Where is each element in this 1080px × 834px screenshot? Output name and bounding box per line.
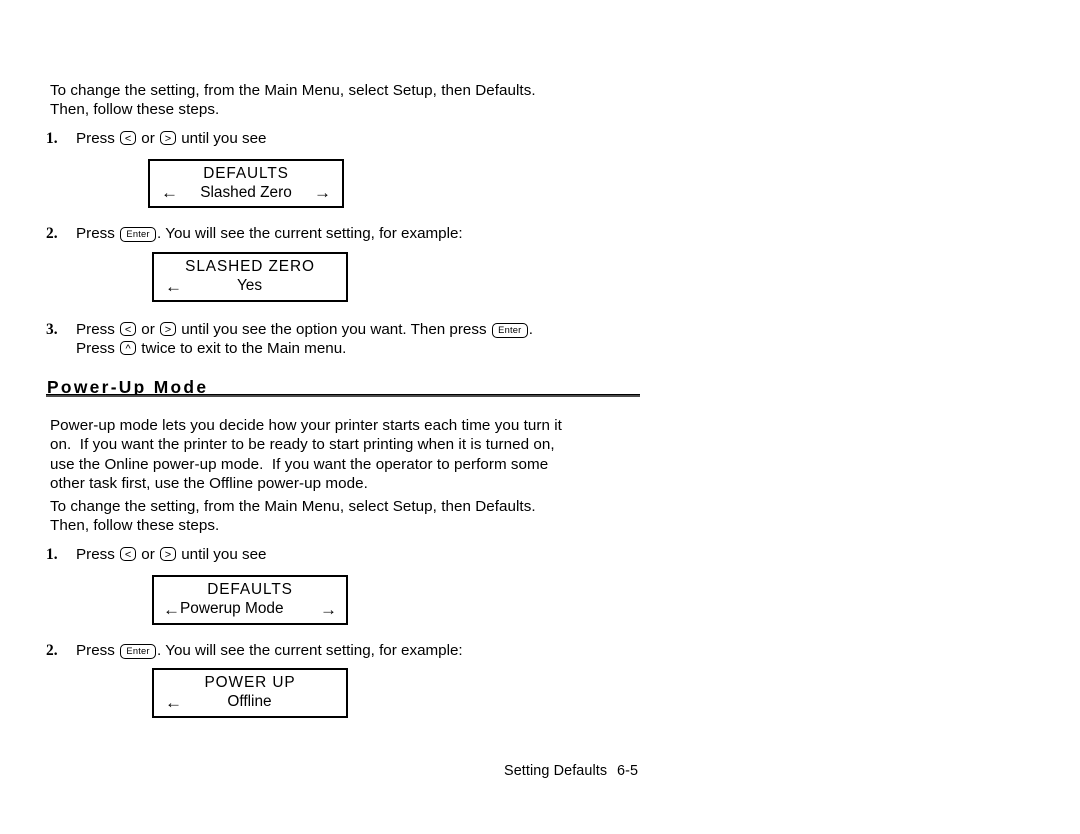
enter-key-icon[interactable]: Enter (491, 323, 528, 338)
step-text: Press < or > until you see (76, 545, 606, 564)
section-a-step-3: 3. Press < or > until you see the option… (46, 320, 646, 359)
step-text-pre-2: Press (76, 340, 120, 358)
lcd-title: DEFAULTS (203, 164, 289, 182)
right-arrow-key-icon[interactable]: > (160, 322, 176, 336)
section-b-intro-paragraph: To change the setting, from the Main Men… (50, 498, 536, 535)
section-b-step-2: 2. Press Enter. You will see the current… (46, 641, 646, 660)
left-arrow-key-icon[interactable]: < (120, 131, 137, 145)
lcd-left-arrow-icon: ← (163, 599, 180, 619)
step-text-post: until you see (177, 130, 267, 147)
step-text-post: until you see the option you want. Then … (177, 321, 491, 338)
section-b-step-1: 1. Press < or > until you see (46, 545, 606, 564)
step-text-post: . You will see the current setting, for … (157, 642, 463, 659)
lcd-value: Yes (236, 277, 263, 294)
footer-page-number: 6-5 (617, 763, 639, 779)
step-line-1: Press < or > until you see the option yo… (76, 320, 646, 339)
document-page: To change the setting, from the Main Men… (0, 0, 1080, 834)
lcd-display-slashed-zero-yes: SLASHED ZERO ← Yes (152, 252, 348, 302)
step-text: Press < or > until you see the option yo… (76, 320, 646, 359)
lcd-display-defaults-slashed-zero: DEFAULTS ← Slashed Zero → (148, 159, 344, 208)
step-number: 1. (46, 546, 58, 563)
step-line-2: Press ^ twice to exit to the Main menu. (76, 339, 646, 358)
section-a-step-1: 1. Press < or > until you see (46, 129, 606, 148)
step-number: 2. (46, 642, 58, 659)
lcd-value: Slashed Zero (200, 183, 292, 201)
lcd-right-arrow-icon: → (314, 183, 331, 202)
section-a-step-2: 2. Press Enter. You will see the current… (46, 224, 646, 243)
lcd-title: DEFAULTS (207, 581, 293, 598)
lcd-value: Offline (227, 693, 272, 710)
up-arrow-key-icon[interactable]: ^ (120, 341, 137, 356)
step-text-pre: Press (76, 225, 120, 242)
lcd-display-defaults-powerup-mode: DEFAULTS ← Powerup Mode → (152, 575, 348, 625)
lcd-right-arrow-icon: → (320, 599, 337, 619)
step-number: 3. (46, 321, 58, 338)
lcd-display-power-up-offline: POWER UP ← Offline (152, 668, 348, 718)
step-text-mid: or (137, 130, 159, 147)
lcd-left-arrow-icon: ← (161, 183, 178, 202)
section-a-intro-paragraph: To change the setting, from the Main Men… (50, 82, 536, 119)
step-text-pre: Press (76, 642, 120, 659)
step-number: 1. (46, 130, 58, 147)
lcd-value: Powerup Mode (180, 600, 284, 617)
step-text-post-2: twice to exit to the Main menu. (137, 340, 347, 358)
section-b-body-paragraph: Power-up mode lets you decide how your p… (50, 417, 562, 493)
right-arrow-key-icon[interactable]: > (160, 547, 176, 561)
step-text: Press Enter. You will see the current se… (76, 224, 646, 243)
step-text-end: . (528, 321, 534, 338)
enter-key-icon[interactable]: Enter (120, 227, 157, 242)
lcd-value-row: ← Yes (154, 276, 346, 296)
step-number: 2. (46, 225, 58, 242)
step-text-pre: Press (76, 130, 120, 147)
lcd-value-row: ← Slashed Zero → (150, 183, 342, 203)
lcd-left-arrow-icon: ← (165, 276, 182, 296)
lcd-title: POWER UP (204, 674, 296, 691)
lcd-title: SLASHED ZERO (185, 258, 315, 275)
left-arrow-key-icon[interactable]: < (120, 322, 137, 336)
heading-rule-divider (46, 394, 640, 398)
step-text: Press Enter. You will see the current se… (76, 641, 646, 660)
lcd-value-row: ← Offline (154, 692, 346, 712)
step-text: Press < or > until you see (76, 129, 606, 148)
step-text-pre: Press (76, 321, 120, 338)
step-text-post: until you see (177, 546, 267, 563)
lcd-left-arrow-icon: ← (165, 692, 182, 712)
step-text-mid: or (137, 321, 159, 338)
lcd-value-row: ← Powerup Mode → (154, 599, 346, 619)
enter-key-icon[interactable]: Enter (120, 644, 157, 659)
right-arrow-key-icon[interactable]: > (160, 131, 176, 145)
left-arrow-key-icon[interactable]: < (120, 547, 137, 561)
step-text-mid: or (137, 546, 159, 563)
step-text-pre: Press (76, 546, 120, 563)
footer-section-title: Setting Defaults (504, 763, 608, 779)
step-text-post: . You will see the current setting, for … (157, 225, 463, 242)
